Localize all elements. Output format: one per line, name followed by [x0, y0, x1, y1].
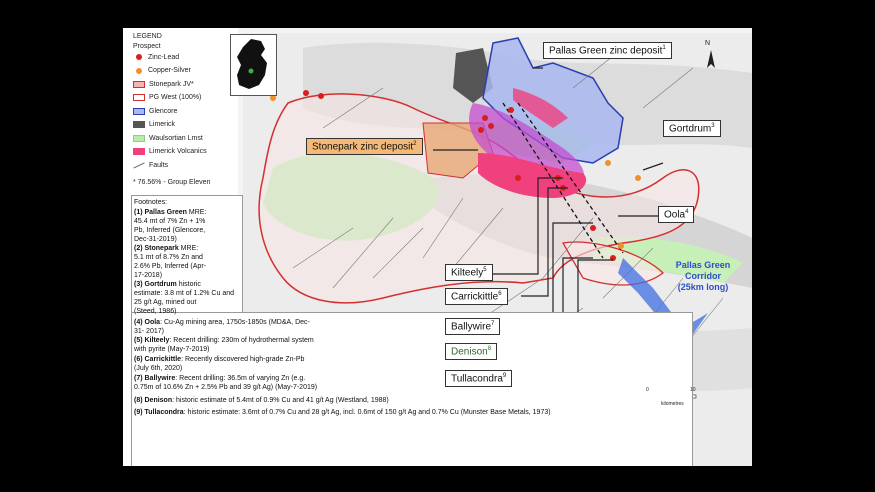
- legend-dot-icon: [136, 67, 142, 74]
- legend-swatch: [133, 121, 145, 128]
- footnote-item: (3) Gortdrum historic estimate: 3.8 mt of…: [134, 281, 234, 315]
- legend-swatch: [133, 148, 145, 155]
- legend-item-label: Limerick: [149, 121, 176, 128]
- footnote-item: (1) Pallas Green MRE: 45.4 mt of 7% Zn + …: [134, 209, 207, 243]
- prospect-point: [590, 225, 596, 231]
- prospect-point: [618, 243, 624, 249]
- scale-zero: 0: [646, 387, 649, 393]
- callout-stonepark: Stonepark zinc deposit2: [306, 138, 423, 156]
- legend-item: Limerick: [133, 120, 175, 130]
- legend-note: * 76.56% - Group Eleven: [133, 179, 211, 186]
- prospect-point: [482, 115, 488, 121]
- callout-gortdrum: Gortdrum3: [663, 120, 721, 138]
- legend-item: PG West (100%): [133, 93, 201, 103]
- footnote-item: (9) Tullacondra: historic estimate: 3.6m…: [134, 409, 551, 416]
- callout-ballywire: Ballywire7: [445, 318, 501, 336]
- callout-denison: Denison8: [445, 343, 498, 361]
- fault-line-icon: [133, 162, 145, 168]
- legend-subtitle: Prospect: [133, 43, 161, 50]
- footnote-item: (6) Carrickittle: Recently discovered hi…: [134, 356, 305, 372]
- prospect-point: [605, 160, 611, 166]
- legend-item: Faults: [133, 160, 168, 170]
- ireland-inset-map: [230, 34, 277, 96]
- legend-item: Waulsortian Lmst: [133, 133, 203, 143]
- footnote-item: (8) Denison: historic estimate of 5.4mt …: [134, 397, 389, 404]
- legend-item: Copper-Silver: [133, 66, 191, 76]
- legend-item-label: Copper-Silver: [148, 67, 191, 74]
- scale-unit: kilometres: [661, 401, 684, 407]
- legend-title: LEGEND: [133, 33, 162, 40]
- prospect-point: [478, 127, 484, 133]
- north-label: N: [705, 40, 711, 47]
- corridor-label: Pallas Green Corridor (25km long): [675, 260, 731, 292]
- callout-oola: Oola4: [658, 206, 695, 224]
- callout-tullacondra: Tullacondra9: [445, 370, 513, 388]
- legend-item-label: Waulsortian Lmst: [149, 134, 203, 142]
- legend-item-label: PG West (100%): [149, 94, 202, 101]
- prospect-point: [318, 93, 324, 99]
- footnotes-heading: Footnotes:: [134, 199, 168, 206]
- ireland-outline-icon: [237, 39, 267, 89]
- legend-item-label: Zinc-Lead: [148, 53, 180, 61]
- legend-item-label: Faults: [149, 161, 169, 169]
- legend-swatch: [133, 80, 145, 88]
- prospect-point: [635, 175, 641, 181]
- legend-item: Stonepark JV*: [133, 79, 194, 89]
- footnote-item: (5) Kilteely: Recent drilling: 230m of h…: [134, 337, 314, 353]
- prospect-point: [303, 90, 309, 96]
- legend-dot-icon: [136, 54, 142, 60]
- map-slide: N LEGEND Prospect Zinc-Lead Copper-Silver…: [123, 28, 752, 466]
- callout-carrickittle: Carrickittle6: [445, 288, 508, 306]
- callout-kilteely: Kilteely5: [445, 264, 493, 282]
- footnote-item: (2) Stonepark MRE: 5.1 mt of 8.7% Zn and 2…: [134, 245, 206, 279]
- prospect-point: [488, 123, 494, 129]
- legend-swatch: [133, 94, 145, 101]
- legend-item: Limerick Volcanics: [133, 147, 207, 157]
- prospect-point: [515, 175, 521, 181]
- legend-swatch: [133, 134, 145, 142]
- callout-pallas-green: Pallas Green zinc deposit1: [543, 42, 672, 60]
- legend-item: Zinc-Lead: [133, 52, 179, 62]
- legend-item: Glencore: [133, 106, 177, 116]
- legend-item-label: Limerick Volcanics: [149, 148, 207, 155]
- footnote-item: (7) Ballywire: Recent drilling: 36.5m of…: [134, 375, 318, 391]
- prospect-point: [508, 107, 514, 113]
- legend-item-label: Stonepark JV*: [149, 80, 194, 88]
- scale-ten: 10: [690, 387, 696, 393]
- footnote-item: (4) Oola: Cu-Ag mining area, 1750s-1850s…: [134, 319, 310, 335]
- legend-swatch: [133, 107, 145, 115]
- legend-item-label: Glencore: [149, 107, 178, 115]
